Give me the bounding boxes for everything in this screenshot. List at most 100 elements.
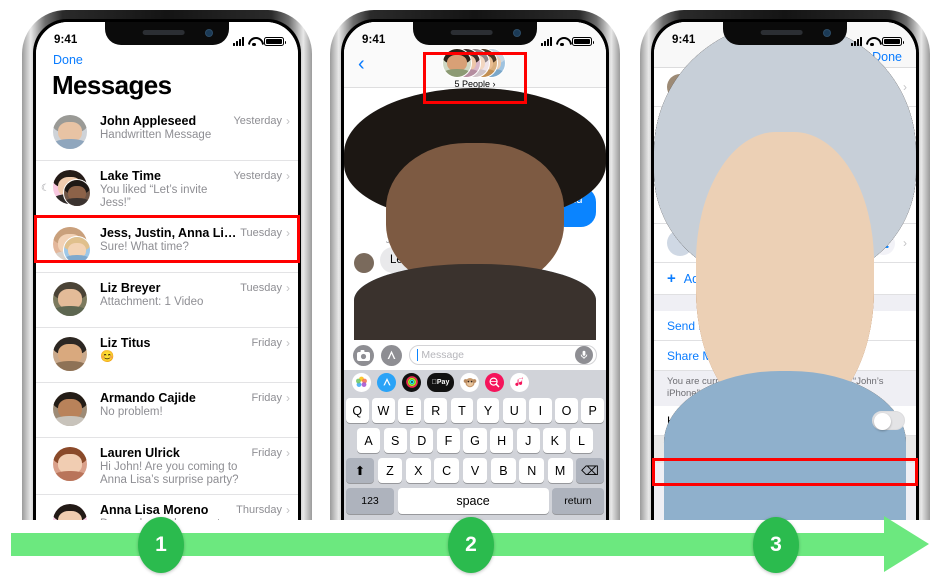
list-item[interactable]: Liz Titus 😊 Friday › [36,328,298,383]
group-header-button[interactable]: 5 People › [415,48,535,89]
battery-icon [264,36,286,46]
keyboard-row-4: 123 space return [346,488,604,514]
text-caret [417,349,419,361]
message-date: Tuesday [240,282,282,294]
key-g[interactable]: G [463,428,487,453]
avatar [654,22,916,520]
message-preview: No problem! [100,406,163,418]
shift-key[interactable]: ⬆ [346,458,374,483]
key-z[interactable]: Z [377,458,403,483]
key-u[interactable]: U [502,398,526,423]
phone-notch [413,22,537,45]
numbers-key[interactable]: 123 [346,488,394,514]
key-y[interactable]: Y [476,398,500,423]
key-q[interactable]: Q [345,398,369,423]
list-item[interactable]: Armando Cajide No problem! Friday › [36,383,298,438]
key-c[interactable]: C [434,458,460,483]
camera-icon[interactable] [353,344,374,366]
list-item[interactable]: Anna Lisa Moreno Do you have plans next … [36,495,298,520]
memoji-icon[interactable] [460,372,479,392]
return-key[interactable]: return [552,488,604,514]
delete-key[interactable]: ⌫ [576,458,605,483]
key-a[interactable]: A [357,428,381,453]
phone-2-inner-bezel: 9:41 ‹ 5 People › Message Pay Q W E R T … [341,19,609,520]
key-x[interactable]: X [405,458,431,483]
front-camera-icon [514,30,520,36]
wifi-icon [866,37,878,46]
message-preview: Attachment: 1 Video [100,296,204,308]
key-k[interactable]: K [543,428,567,453]
key-r[interactable]: R [424,398,448,423]
done-button[interactable]: Done [53,53,83,67]
imessage-app-strip[interactable]: Pay [344,370,606,394]
space-key[interactable]: space [397,488,549,514]
key-t[interactable]: T [450,398,474,423]
progress-arrow-head [884,516,929,572]
apple-pay-icon[interactable]: Pay [427,372,454,392]
cellular-signal-icon [233,37,244,46]
key-v[interactable]: V [462,458,488,483]
key-w[interactable]: W [372,398,395,423]
key-m[interactable]: M [547,458,573,483]
key-h[interactable]: H [490,428,514,453]
key-p[interactable]: P [581,398,605,423]
list-item[interactable]: Lauren Ulrick Hi John! Are you coming to… [36,438,298,495]
key-d[interactable]: D [410,428,434,453]
status-time: 9:41 [362,34,386,46]
conversation-list[interactable]: John Appleseed Handwritten Message Yeste… [36,106,298,520]
key-s[interactable]: S [383,428,407,453]
wifi-icon [556,37,568,46]
contact-name: Liz Breyer [100,281,161,295]
music-icon[interactable] [510,372,529,392]
key-i[interactable]: I [529,398,552,423]
key-o[interactable]: O [555,398,578,423]
app-store-icon[interactable] [381,344,402,366]
virtual-keyboard[interactable]: Q W E R T Y U I O P A S D F G H J K L ⬆ … [344,394,606,520]
phone-notch [723,22,847,45]
message-date: Friday [251,392,282,404]
key-n[interactable]: N [519,458,545,483]
contact-name: Armando Cajide [100,391,196,405]
phone-3-inner-bezel: 9:41 Details Done [651,19,919,520]
contact-name: Jess, Justin, Anna Lisa… [100,226,241,240]
list-item[interactable]: Liz Breyer Attachment: 1 Video Tuesday › [36,273,298,328]
moon-icon: ☾ [41,183,50,194]
speaker-icon [450,30,493,35]
activity-icon[interactable] [402,372,421,392]
key-b[interactable]: B [490,458,516,483]
chevron-right-icon: › [286,281,290,295]
key-e[interactable]: E [398,398,421,423]
message-input[interactable]: Message [409,345,597,365]
chevron-right-icon: › [286,446,290,460]
key-f[interactable]: F [436,428,460,453]
message-placeholder: Message [421,349,464,361]
chevron-right-icon: › [286,226,290,240]
list-item[interactable]: John Appleseed Handwritten Message Yeste… [36,106,298,161]
message-preview: You liked “Let’s invite Jess!” [100,184,208,209]
speaker-icon [142,30,185,35]
step-badge-2: 2 [448,517,494,573]
app-store-icon[interactable] [377,372,396,392]
message-date: Friday [251,337,282,349]
message-thread: iMessage Today 9:40 AM Jane Appleseed Hi… [344,88,606,340]
contact-row[interactable]: Jane Applese… › [654,22,916,520]
list-item[interactable]: ☾ Lake Time You liked “Let’s invite Jess… [36,161,298,218]
back-button[interactable]: ‹ [358,54,365,74]
list-item-jess-justin-anna-lisa[interactable]: Jess, Justin, Anna Lisa… Sure! What time… [36,218,298,273]
phone-3-details: 9:41 Details Done [640,10,930,520]
images-icon[interactable] [485,372,504,392]
key-j[interactable]: J [516,428,540,453]
hide-alerts-toggle[interactable] [872,411,905,430]
microphone-icon[interactable] [575,346,593,364]
phone-1-screen: 9:41 Done Messages John Appleseed Handwr… [36,22,298,520]
key-l[interactable]: L [569,428,593,453]
message-preview: 😊 [100,351,115,363]
step-number: 1 [155,533,167,556]
toggle-knob [874,412,891,430]
contacts-section: Armando Caji… › Anna Lisa Mo… [654,22,916,520]
photos-icon[interactable] [352,372,371,392]
phone-3-bezel: 9:41 Details Done [640,10,930,520]
contact-name: Lauren Ulrick [100,446,180,460]
contact-name: Liz Titus [100,336,151,350]
phone-2-screen: 9:41 ‹ 5 People › Message Pay Q W E R T … [344,22,606,520]
